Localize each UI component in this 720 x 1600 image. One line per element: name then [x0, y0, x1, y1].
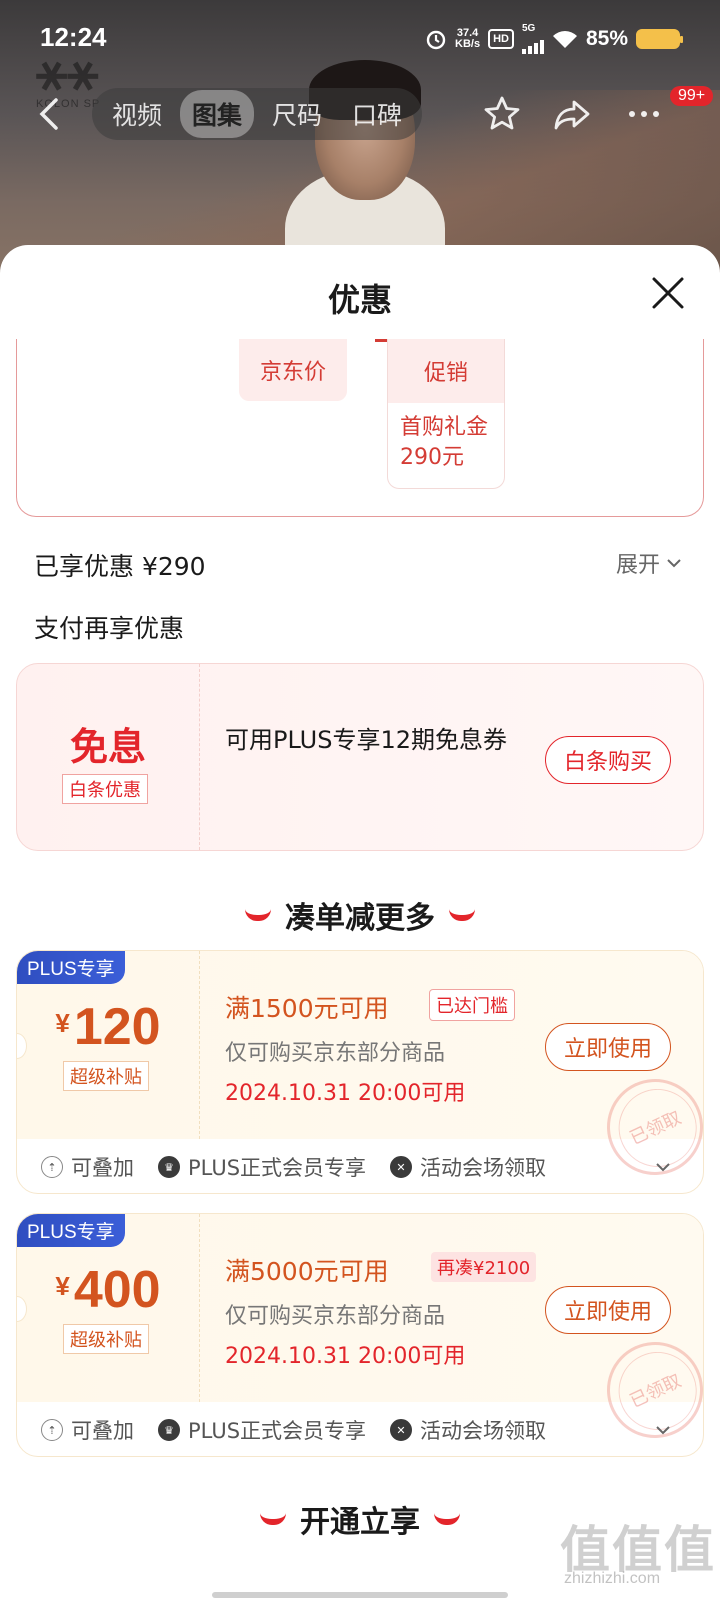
- coupon-amount: ¥120: [55, 998, 161, 1056]
- battery-percent: 85%: [585, 27, 628, 50]
- chevron-down-icon[interactable]: [653, 1420, 673, 1440]
- jd-price-box: 京东价: [239, 339, 347, 401]
- status-bar: 12:24 37.4 KB/s HD 5G 85%: [0, 18, 720, 58]
- coupon-amount: ¥400: [55, 1261, 161, 1319]
- wifi-icon: [552, 31, 577, 48]
- share-icon[interactable]: [552, 94, 592, 134]
- coupon-scope: 仅可购买京东部分商品: [225, 1041, 446, 1066]
- threshold-reached-badge: 已达门槛: [429, 989, 515, 1021]
- smile-icon: [434, 1513, 460, 1525]
- smile-icon: [245, 909, 271, 921]
- coupon-footer: ⇡ 可叠加 ♛ PLUS正式会员专享 ✕ 活动会场领取: [17, 1402, 703, 1456]
- media-tabs: 视频 图集 尺码 口碑: [92, 88, 423, 140]
- amount-remaining-badge: 再凑¥2100: [431, 1252, 537, 1282]
- status-icons: 37.4 KB/s HD 5G 85%: [425, 24, 683, 54]
- coupon-scope: 仅可购买京东部分商品: [225, 1304, 446, 1329]
- net-speed: 37.4 KB/s: [455, 27, 481, 50]
- tab-gallery[interactable]: 图集: [180, 90, 255, 138]
- baitiao-tag: 白条优惠: [62, 774, 148, 804]
- super-subsidy-tag: 超级补贴: [63, 1061, 149, 1091]
- price-breakdown-card: 京东价 促销 首购礼金 290元: [16, 339, 704, 517]
- tab-video[interactable]: 视频: [100, 90, 174, 138]
- tab-reviews[interactable]: 口碑: [340, 90, 414, 138]
- hd-icon: HD: [488, 29, 514, 49]
- alarm-icon: [426, 30, 446, 50]
- coupon-card: PLUS专享 ¥400 超级补贴 满5000元可用 再凑¥2100 仅可购买京东…: [16, 1213, 704, 1457]
- crown-icon: ♛: [158, 1419, 180, 1441]
- coupon-card: PLUS专享 ¥120 超级补贴 满1500元可用 已达门槛 仅可购买京东部分商…: [16, 950, 704, 1194]
- interest-free-description: 可用PLUS专享12期免息券: [225, 726, 507, 754]
- home-indicator[interactable]: [212, 1592, 508, 1598]
- plus-exclusive-tag: PLUS专享: [17, 951, 125, 984]
- sheet-title: 优惠: [327, 281, 392, 319]
- promo-box: 促销 首购礼金 290元: [387, 339, 505, 489]
- enjoyed-discount-total: 已享优惠 ¥290: [34, 552, 206, 581]
- smile-icon: [260, 1513, 286, 1525]
- promo-label: 促销: [388, 339, 504, 403]
- smile-icon: [449, 909, 475, 921]
- back-arrow-icon[interactable]: [30, 94, 70, 134]
- stackable-icon: ⇡: [41, 1156, 63, 1178]
- close-icon[interactable]: [650, 275, 686, 311]
- crown-icon: ♛: [158, 1156, 180, 1178]
- interest-free-card: 免息 白条优惠 可用PLUS专享12期免息券 白条购买: [16, 663, 704, 851]
- chevron-down-icon: [667, 559, 681, 568]
- more-icon[interactable]: [624, 94, 664, 134]
- promo-detail: 首购礼金 290元: [400, 415, 489, 470]
- expand-label: 展开: [616, 553, 661, 578]
- tab-size[interactable]: 尺码: [260, 90, 334, 138]
- coupon-date: 2024.10.31 20:00可用: [225, 1081, 466, 1106]
- status-time: 12:24: [40, 22, 107, 52]
- use-now-button[interactable]: 立即使用: [545, 1286, 671, 1334]
- coupon-footer: ⇡ 可叠加 ♛ PLUS正式会员专享 ✕ 活动会场领取: [17, 1139, 703, 1193]
- product-nav-bar: 视频 图集 尺码 口碑: [0, 84, 720, 144]
- coupon-condition: 满1500元可用: [225, 994, 389, 1023]
- signal-icon: 5G: [521, 24, 544, 54]
- plus-exclusive-tag: PLUS专享: [17, 1214, 125, 1247]
- favorite-star-icon[interactable]: [482, 94, 522, 134]
- message-count-badge: 99+: [670, 86, 714, 106]
- use-now-button[interactable]: 立即使用: [545, 1023, 671, 1071]
- coupon-condition: 满5000元可用: [225, 1257, 389, 1286]
- battery-icon: [636, 29, 683, 49]
- watermark-url: zhizhizhi.com: [564, 1570, 661, 1587]
- ticket-icon: ✕: [390, 1419, 413, 1441]
- expand-toggle[interactable]: 展开: [616, 547, 682, 579]
- super-subsidy-tag: 超级补贴: [63, 1324, 149, 1354]
- baitiao-buy-button[interactable]: 白条购买: [545, 736, 671, 784]
- ticket-icon: ✕: [390, 1156, 413, 1178]
- payment-discount-heading: 支付再享优惠: [34, 614, 185, 643]
- discount-sheet: 优惠 京东价 促销 首购礼金 290元 已享优惠 ¥290 展开 支付再享优惠 …: [0, 245, 720, 1600]
- interest-free-title: 免息: [69, 725, 146, 769]
- coupon-date: 2024.10.31 20:00可用: [225, 1344, 466, 1369]
- stackable-icon: ⇡: [41, 1419, 63, 1441]
- section-combo-heading: 凑单减更多: [0, 893, 720, 937]
- chevron-down-icon[interactable]: [653, 1157, 673, 1177]
